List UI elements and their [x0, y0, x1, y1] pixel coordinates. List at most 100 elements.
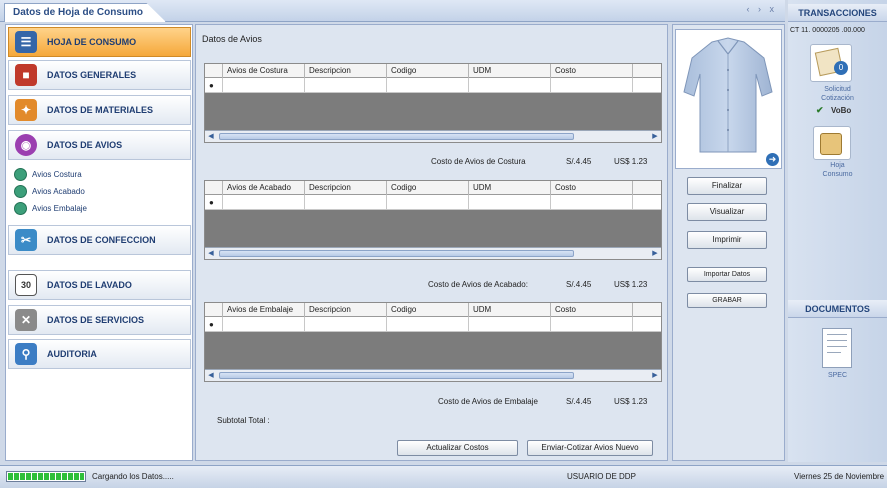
- subnav-label: Avios Embalaje: [32, 204, 87, 213]
- subnav-avios-acabado[interactable]: Avios Acabado: [14, 185, 85, 198]
- table-cell[interactable]: [223, 195, 305, 210]
- column-header[interactable]: Descripcion: [305, 303, 387, 317]
- nav-datos-generales[interactable]: ■ DATOS GENERALES: [8, 60, 191, 90]
- update-costs-button[interactable]: Actualizar Costos: [397, 440, 518, 456]
- column-header[interactable]: Avios de Acabado: [223, 181, 305, 195]
- import-data-button[interactable]: Importar Datos: [687, 267, 767, 282]
- scroll-right-icon[interactable]: ▶: [650, 249, 660, 258]
- scroll-thumb[interactable]: [219, 250, 574, 257]
- nav-label: DATOS DE SERVICIOS: [47, 315, 145, 325]
- table-cell[interactable]: [551, 78, 633, 93]
- column-header[interactable]: Codigo: [387, 64, 469, 78]
- horizontal-scrollbar[interactable]: ◀ ▶: [205, 130, 661, 142]
- grid-avios-costura[interactable]: Avios de Costura Descripcion Codigo UDM …: [204, 63, 662, 143]
- nav-label: DATOS DE MATERIALES: [47, 105, 154, 115]
- column-header[interactable]: Costo: [551, 64, 633, 78]
- finalize-button[interactable]: Finalizar: [687, 177, 767, 195]
- cost-label: Costo de Avios de Acabado:: [428, 280, 528, 289]
- shirt-image: [683, 37, 773, 153]
- button-icon: [14, 168, 27, 181]
- grid-header: Avios de Embalaje Descripcion Codigo UDM…: [205, 303, 661, 317]
- grid-avios-acabado[interactable]: Avios de Acabado Descripcion Codigo UDM …: [204, 180, 662, 260]
- column-header[interactable]: Avios de Embalaje: [223, 303, 305, 317]
- table-cell[interactable]: [305, 195, 387, 210]
- scroll-left-icon[interactable]: ◀: [206, 371, 216, 380]
- table-cell: [205, 195, 223, 210]
- table-cell[interactable]: [551, 195, 633, 210]
- tab-hoja-consumo[interactable]: Datos de Hoja de Consumo: [4, 3, 167, 22]
- column-header[interactable]: UDM: [469, 181, 551, 195]
- nav-hoja-de-consumo[interactable]: ☰ HOJA DE CONSUMO: [8, 27, 191, 57]
- table-cell[interactable]: [223, 317, 305, 332]
- table-cell[interactable]: [305, 317, 387, 332]
- preview-column: ➜ Finalizar Visualizar Imprimir Importar…: [672, 24, 785, 461]
- horizontal-scrollbar[interactable]: ◀ ▶: [205, 369, 661, 381]
- cost-pen: S/.4.45: [566, 280, 592, 289]
- scroll-right-icon[interactable]: ▶: [650, 371, 660, 380]
- print-button[interactable]: Imprimir: [687, 231, 767, 249]
- consumption-sheet-button[interactable]: [813, 126, 851, 160]
- table-cell[interactable]: [305, 78, 387, 93]
- column-header[interactable]: Codigo: [387, 181, 469, 195]
- transactions-panel: TRANSACCIONES CT 11. 0000205 .00.000 0 S…: [788, 0, 887, 462]
- subnav-avios-embalaje[interactable]: Avios Embalaje: [14, 202, 87, 215]
- row-selector-header: [205, 64, 223, 78]
- scroll-right-icon[interactable]: ▶: [650, 132, 660, 141]
- table-row[interactable]: ●: [205, 195, 661, 210]
- sheet-label: Hoja: [830, 162, 845, 169]
- send-quote-button[interactable]: Enviar-Cotizar Avios Nuevo: [527, 440, 653, 456]
- column-header[interactable]: Costo: [551, 303, 633, 317]
- column-header[interactable]: Avios de Costura: [223, 64, 305, 78]
- cost-usd: US$ 1.23: [614, 280, 648, 289]
- table-row[interactable]: ●: [205, 78, 661, 93]
- table-cell[interactable]: [387, 195, 469, 210]
- subnav-avios-costura[interactable]: Avios Costura: [14, 168, 82, 181]
- cost-pen: S/.4.45: [566, 397, 592, 406]
- table-row[interactable]: ●: [205, 317, 661, 332]
- grid-avios-embalaje[interactable]: Avios de Embalaje Descripcion Codigo UDM…: [204, 302, 662, 382]
- status-bar: Cargando los Datos..... USUARIO DE DDP V…: [0, 465, 887, 488]
- transactions-header: TRANSACCIONES: [788, 4, 887, 22]
- table-cell[interactable]: [551, 317, 633, 332]
- scroll-thumb[interactable]: [219, 133, 574, 140]
- window-controls[interactable]: ‹ › x: [747, 4, 778, 14]
- request-label: Solicitud: [824, 86, 851, 93]
- section-title: Datos de Avios: [202, 34, 262, 44]
- check-icon: ✔: [816, 105, 824, 115]
- table-cell[interactable]: [469, 78, 551, 93]
- magnifier-icon: ⚲: [15, 343, 37, 365]
- table-cell[interactable]: [387, 317, 469, 332]
- spec-label: SPEC: [827, 372, 848, 379]
- horizontal-scrollbar[interactable]: ◀ ▶: [205, 247, 661, 259]
- nav-label: AUDITORIA: [47, 349, 97, 359]
- column-header[interactable]: Costo: [551, 181, 633, 195]
- next-arrow-icon[interactable]: ➜: [766, 153, 779, 166]
- column-header[interactable]: Codigo: [387, 303, 469, 317]
- view-button[interactable]: Visualizar: [687, 203, 767, 221]
- subnav-label: Avios Costura: [32, 170, 82, 179]
- nav-label: HOJA DE CONSUMO: [47, 37, 137, 47]
- column-header[interactable]: Descripcion: [305, 181, 387, 195]
- spec-document-icon[interactable]: [822, 328, 852, 368]
- button-icon: [14, 202, 27, 215]
- column-header[interactable]: UDM: [469, 64, 551, 78]
- table-cell[interactable]: [469, 317, 551, 332]
- nav-auditoria[interactable]: ⚲ AUDITORIA: [8, 339, 191, 369]
- nav-datos-confeccion[interactable]: ✂ DATOS DE CONFECCION: [8, 225, 191, 255]
- table-cell[interactable]: [387, 78, 469, 93]
- save-button[interactable]: GRABAR: [687, 293, 767, 308]
- nav-label: DATOS DE LAVADO: [47, 280, 132, 290]
- column-header[interactable]: Descripcion: [305, 64, 387, 78]
- nav-datos-lavado[interactable]: 30 DATOS DE LAVADO: [8, 270, 191, 300]
- scroll-left-icon[interactable]: ◀: [206, 249, 216, 258]
- nav-datos-servicios[interactable]: ✕ DATOS DE SERVICIOS: [8, 305, 191, 335]
- scroll-thumb[interactable]: [219, 372, 574, 379]
- loading-progress-bar: [6, 471, 86, 482]
- column-header[interactable]: UDM: [469, 303, 551, 317]
- nav-datos-materiales[interactable]: ✦ DATOS DE MATERIALES: [8, 95, 191, 125]
- quote-request-button[interactable]: 0: [810, 44, 852, 82]
- table-cell[interactable]: [223, 78, 305, 93]
- scroll-left-icon[interactable]: ◀: [206, 132, 216, 141]
- nav-datos-avios[interactable]: ◉ DATOS DE AVIOS: [8, 130, 191, 160]
- table-cell[interactable]: [469, 195, 551, 210]
